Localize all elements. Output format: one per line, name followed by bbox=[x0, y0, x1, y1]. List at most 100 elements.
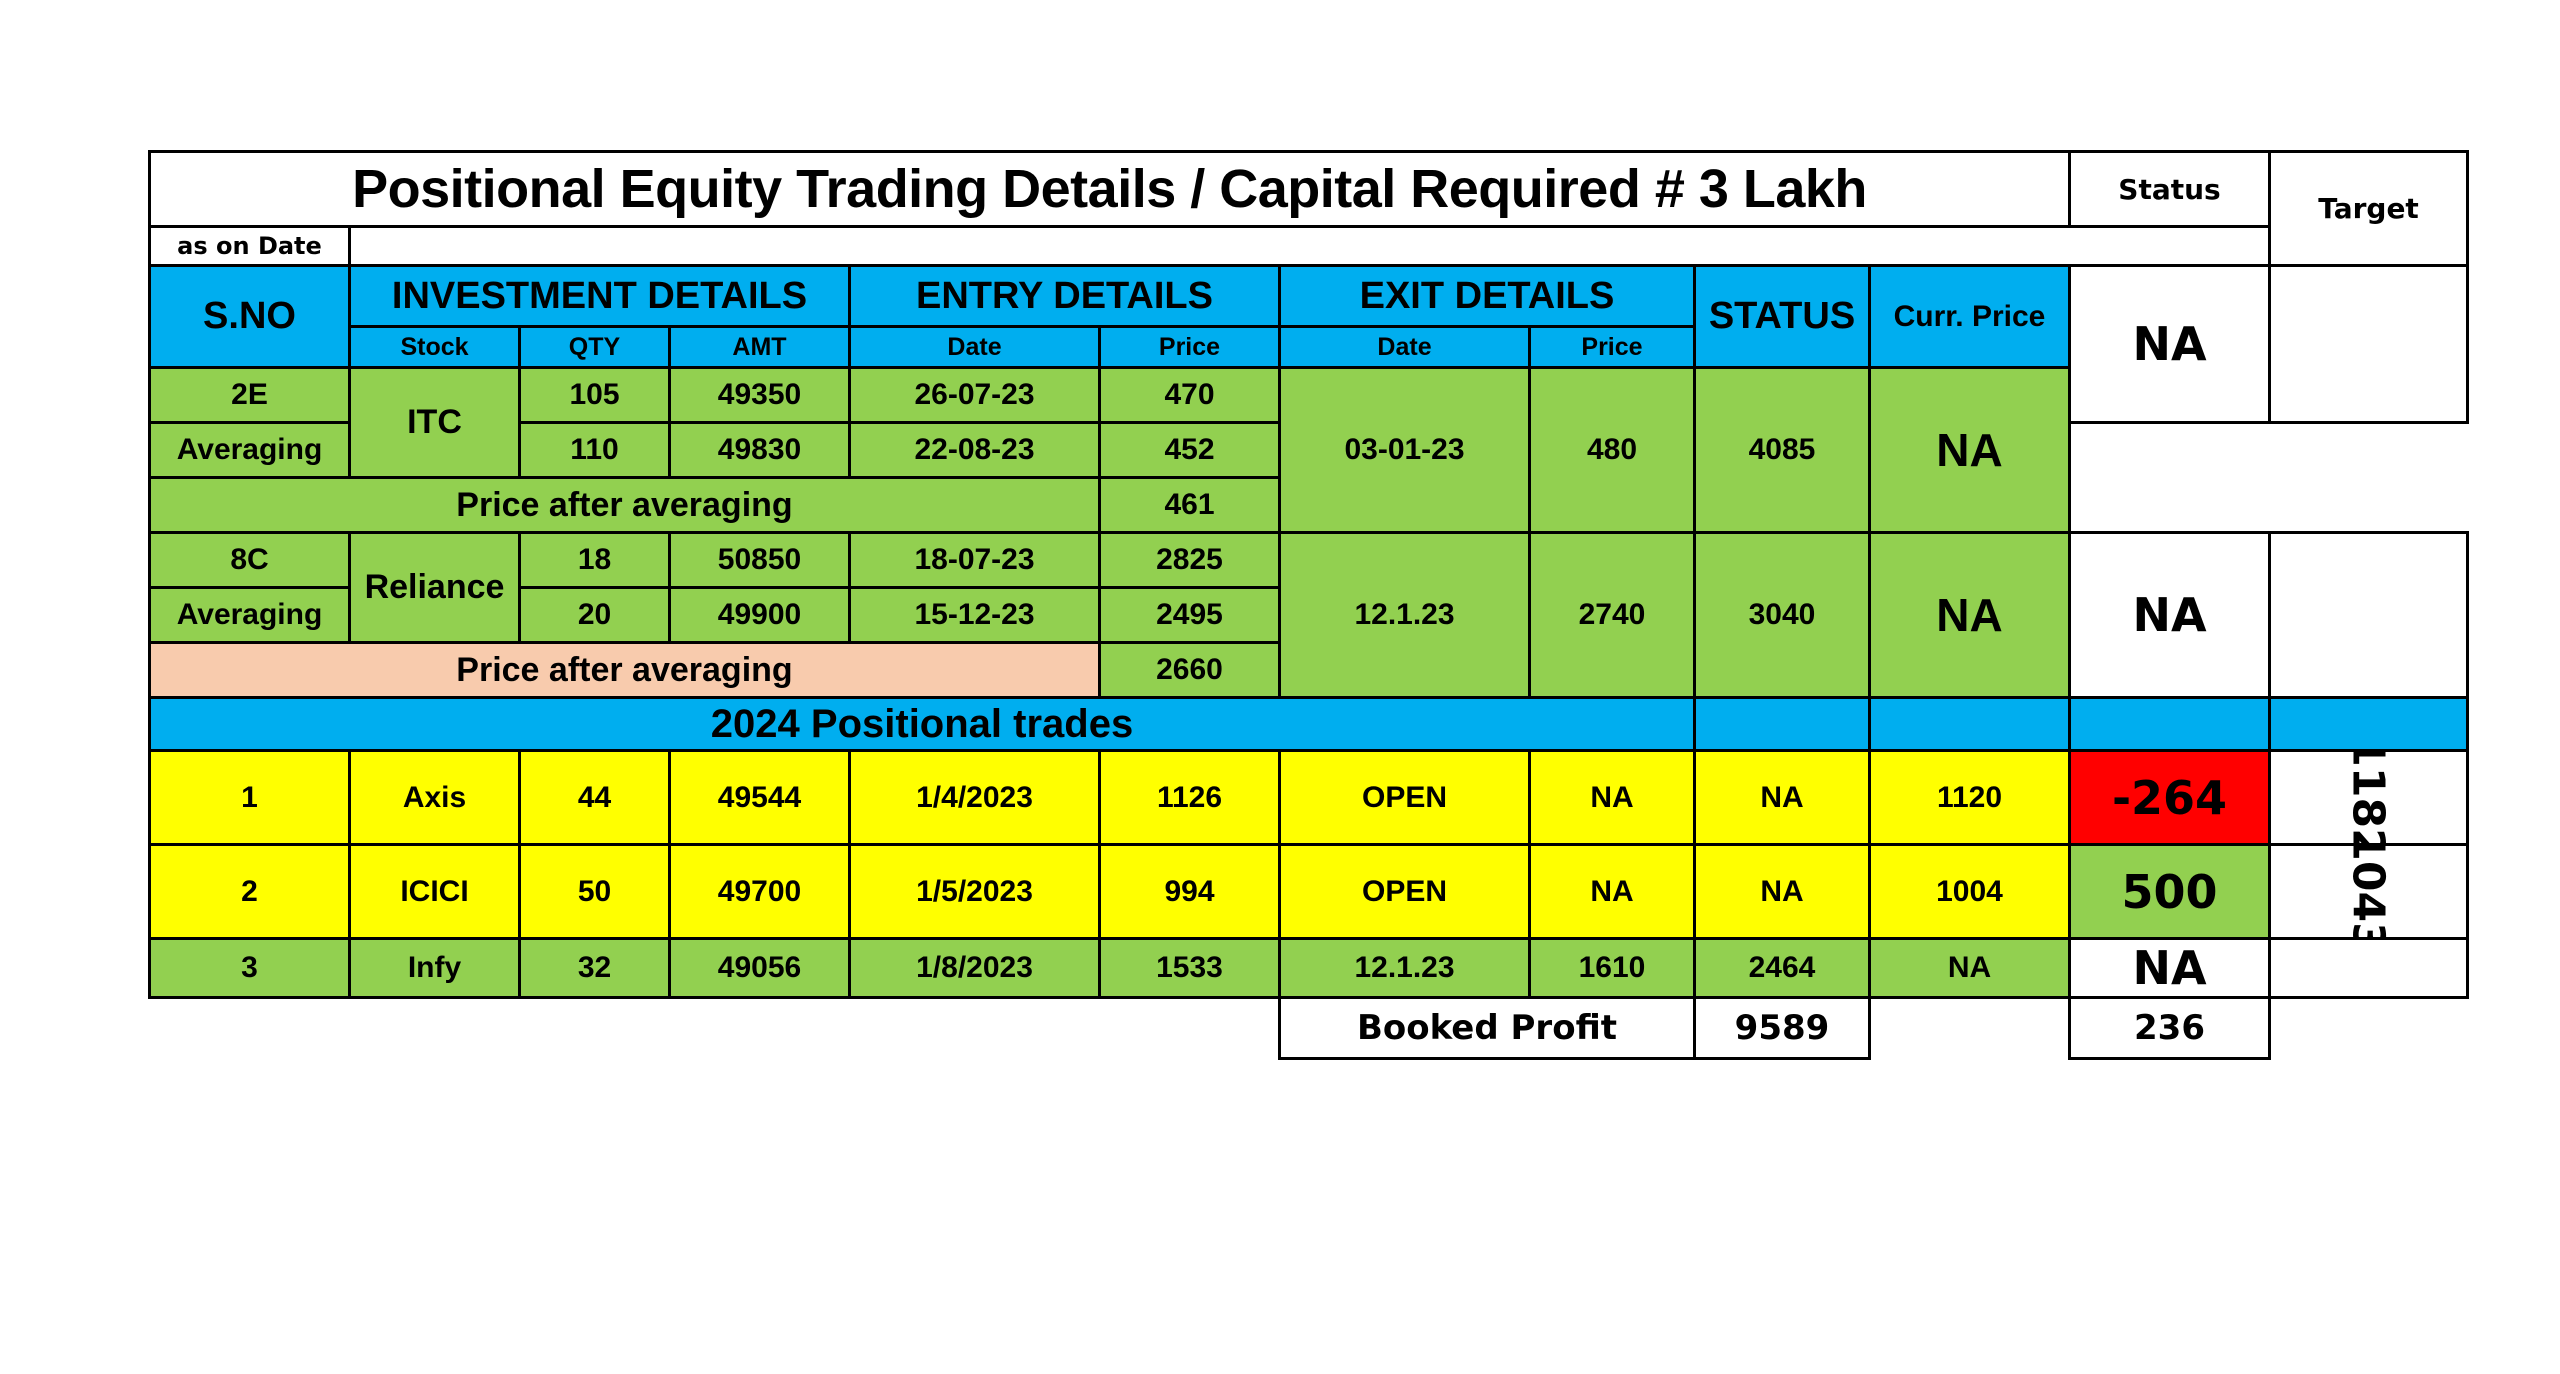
group-header-row: S.NO INVESTMENT DETAILS ENTRY DETAILS EX… bbox=[148, 264, 2470, 424]
qty-itc-1: 105 bbox=[518, 366, 671, 424]
booked-profit-label: Booked Profit bbox=[1278, 996, 1696, 1060]
sno-reliance-1: 8C bbox=[148, 531, 351, 589]
section-divider-label: 2024 Positional trades bbox=[148, 696, 1696, 752]
curr-price-trade-2: 1004 bbox=[1867, 843, 2072, 940]
target-value-itc bbox=[2268, 264, 2470, 424]
exit-price-trade-3: 1610 bbox=[1528, 937, 1696, 999]
col-header-entry-price: Price bbox=[1098, 325, 1281, 369]
target-value-trade-3 bbox=[2268, 937, 2470, 999]
entry-price-trade-3: 1533 bbox=[1098, 937, 1281, 999]
exit-price-itc: 480 bbox=[1528, 366, 1696, 534]
status-subheader-row: as on Date bbox=[148, 225, 2468, 267]
status-badge-trade-2: 500 bbox=[2068, 843, 2272, 940]
col-header-qty: QTY bbox=[518, 325, 671, 369]
status-trade-3: 2464 bbox=[1693, 937, 1871, 999]
entry-date-itc-1: 26-07-23 bbox=[848, 366, 1101, 424]
target-value-trade-1: 1182 bbox=[2268, 749, 2470, 846]
status-trade-1: NA bbox=[1693, 749, 1871, 846]
col-header-entry-date: Date bbox=[848, 325, 1101, 369]
stock-trade-2: ICICI bbox=[348, 843, 521, 940]
exit-date-itc: 03-01-23 bbox=[1278, 366, 1531, 534]
amt-trade-3: 49056 bbox=[668, 937, 851, 999]
entry-price-reliance-2: 2495 bbox=[1098, 586, 1281, 644]
col-header-status: STATUS bbox=[1693, 264, 1871, 369]
sno-trade-1: 1 bbox=[148, 749, 351, 846]
entry-price-reliance-1: 2825 bbox=[1098, 531, 1281, 589]
entry-price-itc-1: 470 bbox=[1098, 366, 1281, 424]
amt-trade-2: 49700 bbox=[668, 843, 851, 940]
stock-trade-1: Axis bbox=[348, 749, 521, 846]
stock-itc: ITC bbox=[348, 366, 521, 479]
col-header-amt: AMT bbox=[668, 325, 851, 369]
table-row: 3 Infy 32 49056 1/8/2023 1533 12.1.23 16… bbox=[148, 937, 2470, 999]
table-row: 1 Axis 44 49544 1/4/2023 1126 OPEN NA NA… bbox=[148, 749, 2470, 846]
exit-price-reliance: 2740 bbox=[1528, 531, 1696, 699]
trading-table: Positional Equity Trading Details / Capi… bbox=[147, 150, 2470, 1060]
price-after-averaging-label-itc: Price after averaging bbox=[148, 476, 1101, 534]
exit-date-trade-1: OPEN bbox=[1278, 749, 1531, 846]
amt-reliance-1: 50850 bbox=[668, 531, 851, 589]
amt-itc-1: 49350 bbox=[668, 366, 851, 424]
entry-date-reliance-1: 18-07-23 bbox=[848, 531, 1101, 589]
entry-price-itc-2: 452 bbox=[1098, 421, 1281, 479]
status-value-itc: NA bbox=[2068, 264, 2272, 424]
col-header-exit-date: Date bbox=[1278, 325, 1531, 369]
booked-profit-status-value: 236 bbox=[2068, 996, 2272, 1060]
target-header: Target bbox=[2268, 150, 2470, 267]
divider-cell-status bbox=[1693, 696, 1871, 752]
curr-price-trade-1: 1120 bbox=[1867, 749, 2072, 846]
sno-itc-2: Averaging bbox=[148, 421, 351, 479]
footer-spacer-target bbox=[2270, 998, 2468, 1059]
qty-reliance-2: 20 bbox=[518, 586, 671, 644]
status-header-line1: Status bbox=[2068, 150, 2272, 228]
status-header-line2: as on Date bbox=[148, 225, 351, 267]
col-header-exit-price: Price bbox=[1528, 325, 1696, 369]
exit-date-reliance: 12.1.23 bbox=[1278, 531, 1531, 699]
entry-price-trade-1: 1126 bbox=[1098, 749, 1281, 846]
amt-reliance-2: 49900 bbox=[668, 586, 851, 644]
entry-date-itc-2: 22-08-23 bbox=[848, 421, 1101, 479]
table-row: 2 ICICI 50 49700 1/5/2023 994 OPEN NA NA… bbox=[148, 843, 2470, 940]
booked-profit-row: Booked Profit 9589 236 bbox=[150, 996, 2468, 1060]
entry-date-trade-3: 1/8/2023 bbox=[848, 937, 1101, 999]
sno-itc-1: 2E bbox=[148, 366, 351, 424]
status-reliance: 3040 bbox=[1693, 531, 1871, 699]
col-header-exit-details: EXIT DETAILS bbox=[1278, 264, 1696, 328]
amt-trade-1: 49544 bbox=[668, 749, 851, 846]
exit-price-trade-1: NA bbox=[1528, 749, 1696, 846]
divider-cell-target bbox=[2268, 696, 2470, 752]
entry-date-trade-1: 1/4/2023 bbox=[848, 749, 1101, 846]
entry-date-trade-2: 1/5/2023 bbox=[848, 843, 1101, 940]
col-header-entry-details: ENTRY DETAILS bbox=[848, 264, 1281, 328]
stock-reliance: Reliance bbox=[348, 531, 521, 644]
stock-trade-3: Infy bbox=[348, 937, 521, 999]
target-rotated-wrap: 1043 bbox=[2273, 848, 2465, 936]
exit-date-trade-2: OPEN bbox=[1278, 843, 1531, 940]
page-title: Positional Equity Trading Details / Capi… bbox=[147, 150, 2072, 228]
table-row: 8C Reliance 18 50850 18-07-23 2825 12.1.… bbox=[148, 531, 2470, 699]
target-rotated-text: 1182 bbox=[2343, 750, 2395, 845]
target-rotated-wrap: 1182 bbox=[2273, 750, 2465, 845]
booked-profit-value: 9589 bbox=[1693, 996, 1871, 1060]
col-header-stock: Stock bbox=[348, 325, 521, 369]
col-header-investment-details: INVESTMENT DETAILS bbox=[348, 264, 851, 328]
qty-trade-1: 44 bbox=[518, 749, 671, 846]
sno-trade-2: 2 bbox=[148, 843, 351, 940]
curr-price-trade-3: NA bbox=[1867, 937, 2072, 999]
curr-price-itc: NA bbox=[1867, 366, 2072, 534]
status-trade-2: NA bbox=[1693, 843, 1871, 940]
qty-reliance-1: 18 bbox=[518, 531, 671, 589]
section-divider-row: 2024 Positional trades bbox=[148, 696, 2470, 752]
price-after-averaging-itc: 461 bbox=[1098, 476, 1281, 534]
trading-spreadsheet: Positional Equity Trading Details / Capi… bbox=[147, 150, 2470, 1060]
status-badge-trade-3: NA bbox=[2068, 937, 2272, 999]
status-badge-trade-1: -264 bbox=[2068, 749, 2272, 846]
entry-date-reliance-2: 15-12-23 bbox=[848, 586, 1101, 644]
entry-price-trade-2: 994 bbox=[1098, 843, 1281, 940]
footer-spacer-currprice bbox=[1870, 998, 2070, 1059]
divider-cell-status-date bbox=[2068, 696, 2272, 752]
sno-reliance-2: Averaging bbox=[148, 586, 351, 644]
col-header-sno: S.NO bbox=[148, 264, 351, 369]
qty-itc-2: 110 bbox=[518, 421, 671, 479]
col-header-curr-price: Curr. Price bbox=[1867, 264, 2072, 369]
